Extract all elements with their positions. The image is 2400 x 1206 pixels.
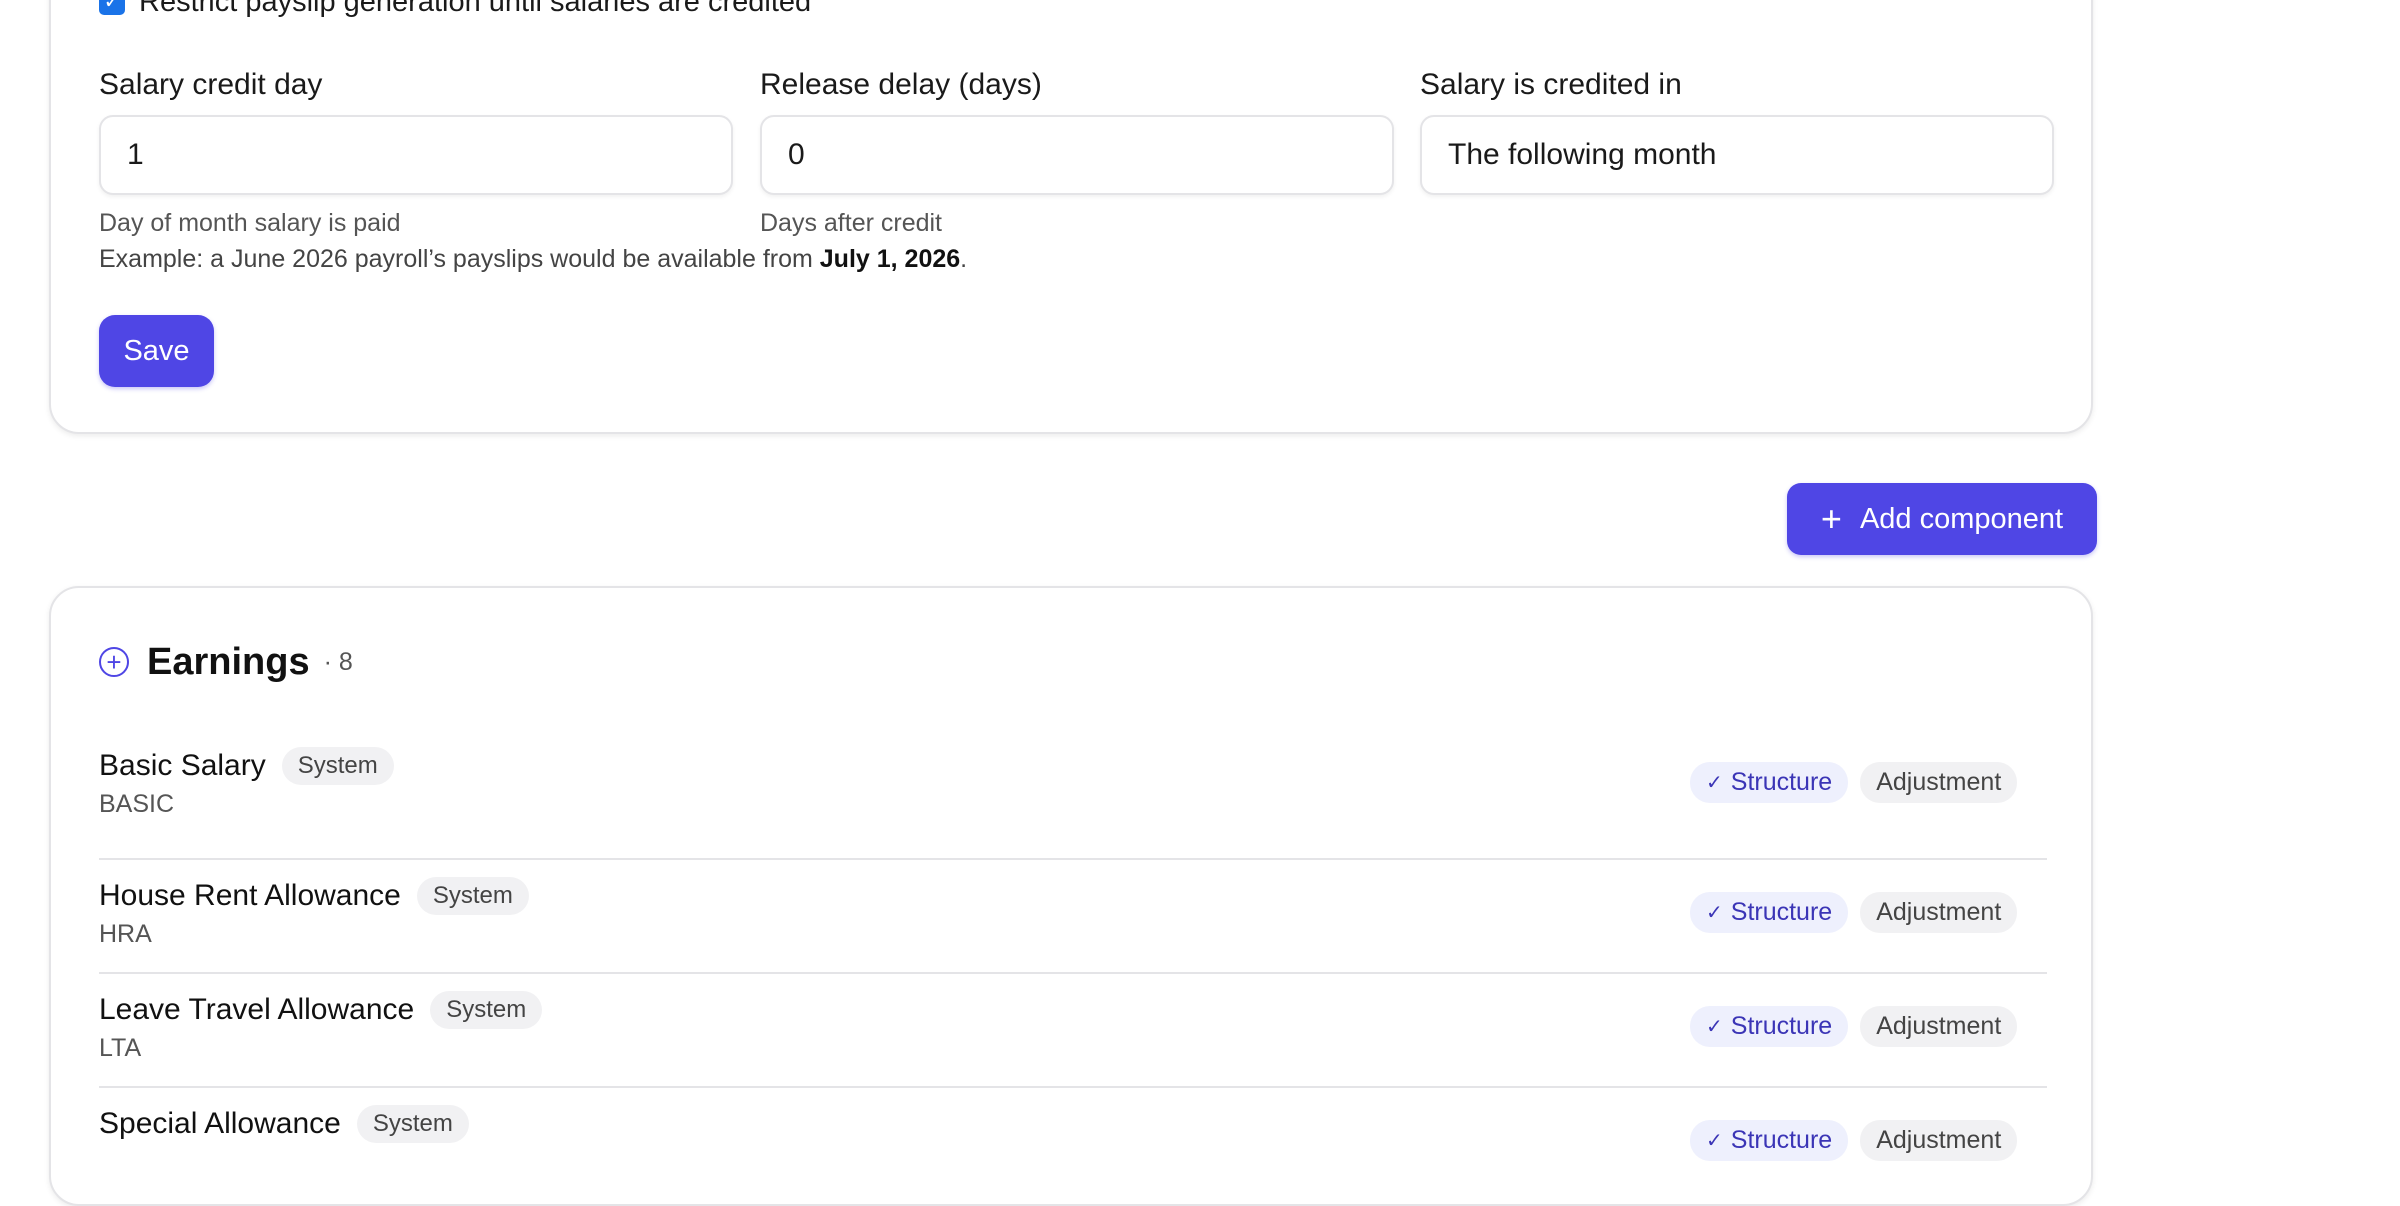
release-delay-label: Release delay (days) [760,68,1042,101]
earnings-list: Basic Salary System BASIC ✓ Structure Adj… [99,746,2047,1202]
adjustment-tag[interactable]: Adjustment [1860,892,2018,933]
structure-tag-label: Structure [1730,768,1833,796]
system-badge: System [430,991,543,1029]
system-badge: System [356,1105,469,1143]
component-code: HRA [99,920,152,948]
earnings-card: + Earnings · 8 Basic Salary System BASIC… [49,586,2093,1206]
structure-tag[interactable]: ✓ Structure [1690,892,1849,933]
release-delay-hint: Days after credit [760,209,943,237]
restrict-payslip-label: Restrict payslip generation until salari… [139,0,812,18]
add-component-button[interactable]: + Add component [1787,483,2097,555]
restrict-payslip-checkbox[interactable]: ✓ [99,0,125,15]
earnings-title: Earnings [147,640,310,683]
example-date: July 1, 2026 [819,245,961,273]
restrict-payslip-row[interactable]: ✓ Restrict payslip generation until sala… [99,0,811,22]
release-delay-input[interactable]: 0 [760,115,1394,195]
check-icon: ✓ [1706,772,1723,794]
adjustment-tag[interactable]: Adjustment [1860,1006,2018,1047]
salary-credited-in-select[interactable]: The following month [1420,115,2054,195]
add-component-label: Add component [1859,502,2064,535]
component-code: BASIC [99,790,175,818]
adjustment-tag[interactable]: Adjustment [1860,1120,2018,1161]
example-text: Example: a June 2026 payroll’s payslips … [99,245,967,274]
structure-tag-label: Structure [1730,1012,1833,1040]
component-name: House Rent Allowance [99,879,401,912]
salary-credit-day-field: Salary credit day 1 Day of month salary … [99,65,733,238]
salary-credit-day-input[interactable]: 1 [99,115,733,195]
component-name: Basic Salary [99,749,266,782]
earnings-row[interactable]: Special Allowance System ✓ Structure Adju… [99,1088,2047,1202]
earnings-row[interactable]: Leave Travel Allowance System LTA ✓ Struc… [99,974,2047,1088]
release-delay-field: Release delay (days) 0 Days after credit [760,65,1394,238]
component-name: Leave Travel Allowance [99,993,415,1026]
check-icon: ✓ [1706,1130,1723,1152]
adjustment-tag[interactable]: Adjustment [1860,762,2018,803]
structure-tag[interactable]: ✓ Structure [1690,1120,1849,1161]
salary-credited-in-field: Salary is credited in The following mont… [1420,65,2054,195]
check-icon: ✓ [1706,1016,1723,1038]
payslip-settings-card: ✓ Restrict payslip generation until sala… [49,0,2093,434]
structure-tag-label: Structure [1730,1126,1833,1154]
earnings-row[interactable]: Basic Salary System BASIC ✓ Structure Adj… [99,746,2047,860]
salary-credit-day-hint: Day of month salary is paid [99,209,401,237]
plus-icon: + [1820,498,1842,539]
system-badge: System [416,877,529,915]
save-button[interactable]: Save [99,315,214,387]
structure-tag[interactable]: ✓ Structure [1690,762,1849,803]
salary-credited-in-label: Salary is credited in [1420,68,1682,101]
component-name: Special Allowance [99,1107,341,1140]
salary-credit-day-label: Salary credit day [99,68,323,101]
system-badge: System [281,747,394,785]
structure-tag-label: Structure [1730,898,1833,926]
check-icon: ✓ [1706,902,1723,924]
earnings-header[interactable]: + Earnings · 8 [99,640,353,684]
example-suffix: . [960,245,968,273]
earnings-count: · 8 [323,647,353,676]
example-prefix: Example: a June 2026 payroll’s payslips … [99,245,820,273]
structure-tag[interactable]: ✓ Structure [1690,1006,1849,1047]
component-code: LTA [99,1034,142,1062]
circle-plus-icon[interactable]: + [99,647,129,677]
earnings-row[interactable]: House Rent Allowance System HRA ✓ Structu… [99,860,2047,974]
